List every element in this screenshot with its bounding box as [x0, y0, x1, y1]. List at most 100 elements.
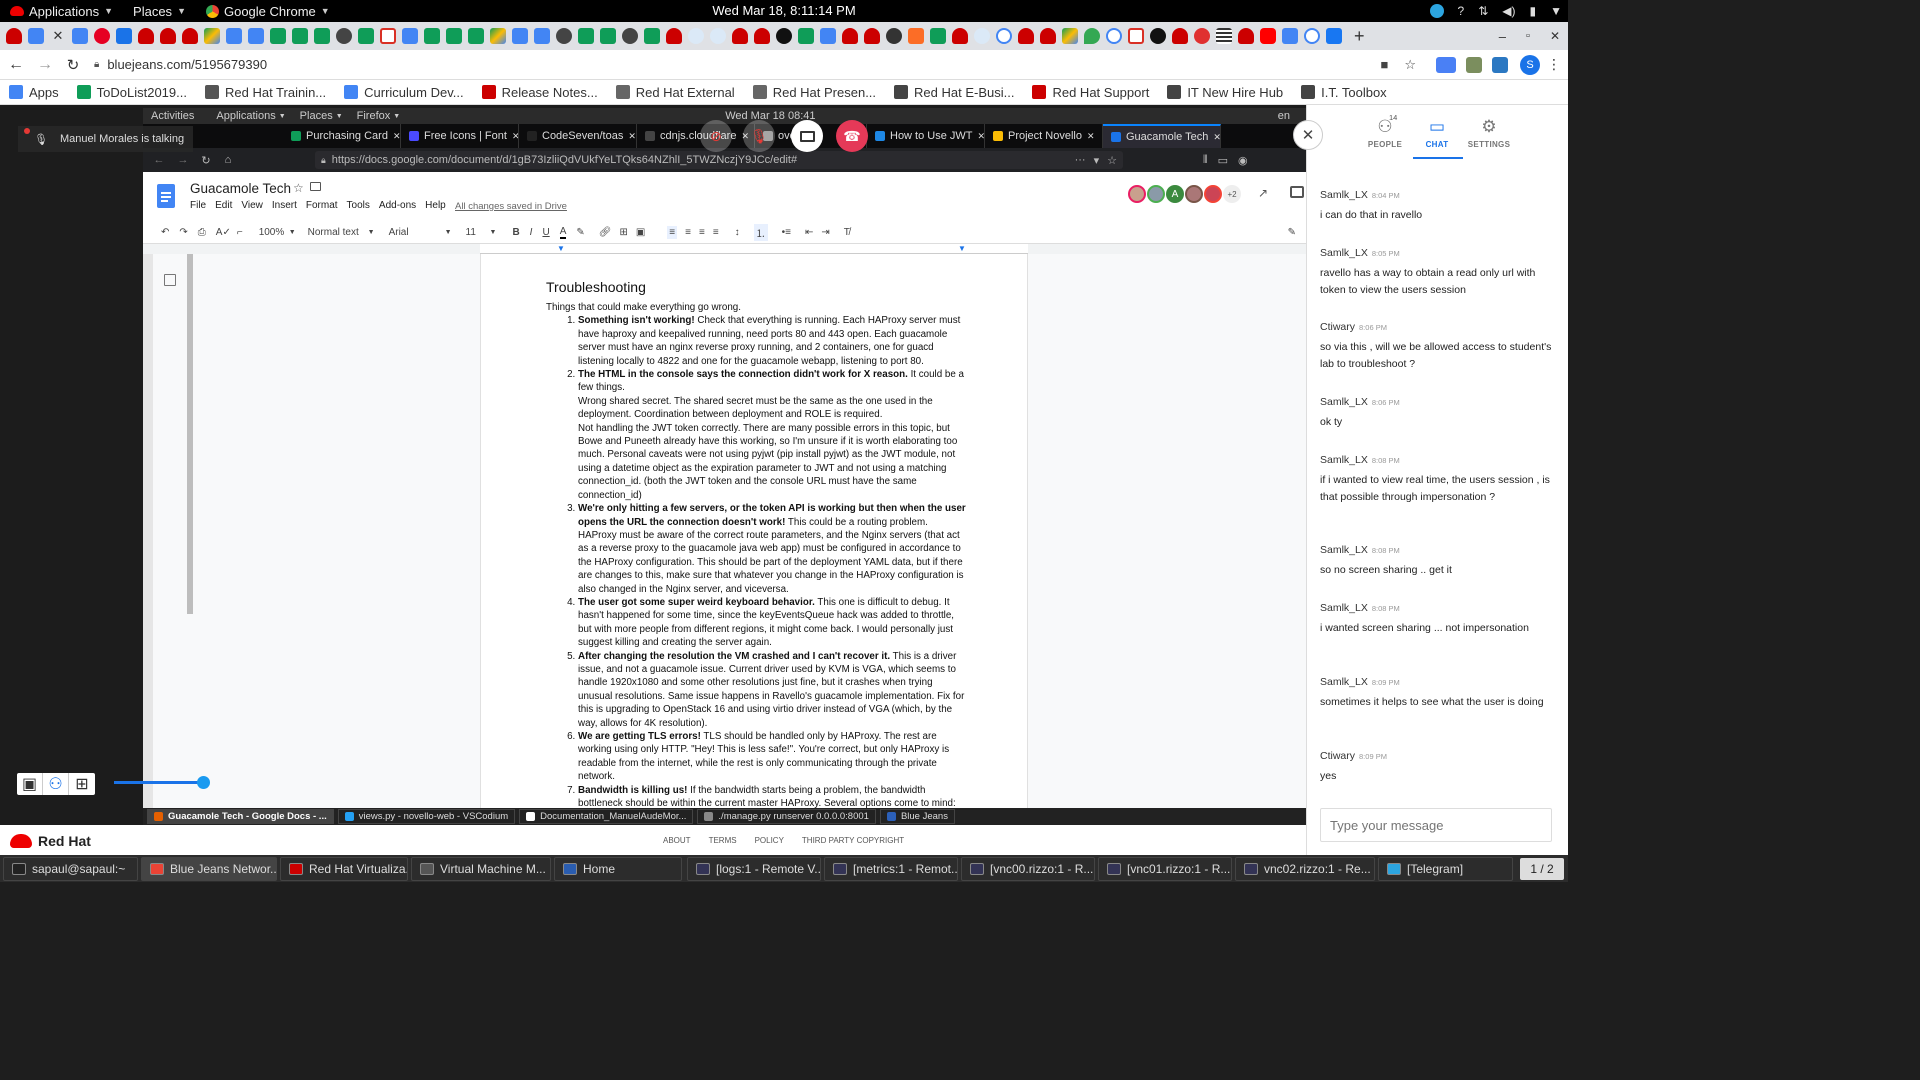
tab-favicon-sheets[interactable]	[644, 28, 660, 44]
taskbar-item[interactable]: [logs:1 - Remote V...	[687, 856, 821, 881]
telegram-icon[interactable]	[1429, 4, 1444, 18]
tab-favicon-redhat[interactable]	[666, 28, 682, 44]
tab-favicon-drive[interactable]	[204, 28, 220, 44]
tab-favicon-docs[interactable]	[534, 28, 550, 44]
tab-favicon-docs[interactable]	[820, 28, 836, 44]
tab-favicon-redhat[interactable]	[732, 28, 748, 44]
tab-favicon-docs[interactable]	[1282, 28, 1298, 44]
bookmark-item[interactable]: Apps	[0, 85, 68, 100]
tab-favicon-redhat[interactable]	[1194, 28, 1210, 44]
tab-favicon-sheets[interactable]	[930, 28, 946, 44]
taskbar-item[interactable]: Blue Jeans Networ...	[141, 856, 277, 881]
bookmark-item[interactable]: Red Hat Presen...	[744, 85, 885, 100]
help-icon[interactable]: ?	[1458, 4, 1465, 18]
gallery-view-icon[interactable]: ⊞	[69, 773, 95, 795]
tab-favicon-sheets[interactable]	[292, 28, 308, 44]
tab-favicon-google[interactable]	[996, 28, 1012, 44]
bookmark-item[interactable]: IT New Hire Hub	[1158, 85, 1292, 100]
tab-favicon-video[interactable]	[116, 28, 132, 44]
network-icon[interactable]: ⇅	[1478, 4, 1488, 18]
close-window-icon[interactable]: ✕	[1550, 29, 1560, 43]
chrome-menu-icon[interactable]: ⋮	[1540, 56, 1568, 73]
system-menu-icon[interactable]: ▼	[1550, 4, 1562, 18]
tab-favicon-bars[interactable]	[1216, 28, 1232, 44]
tab-favicon-docs[interactable]	[402, 28, 418, 44]
tab-favicon-sheets[interactable]	[468, 28, 484, 44]
volume-slider-handle[interactable]	[197, 776, 210, 789]
tab-favicon-redhat[interactable]	[182, 28, 198, 44]
footer-link[interactable]: ABOUT	[663, 836, 691, 845]
bookmark-star-icon[interactable]: ☆	[1404, 57, 1416, 73]
bookmark-item[interactable]: Red Hat Support	[1023, 85, 1158, 100]
people-view-icon[interactable]: ⚇	[43, 773, 69, 795]
tab-favicon-gmail[interactable]	[380, 28, 396, 44]
tab-favicon-globe[interactable]	[336, 28, 352, 44]
speaker-view-icon[interactable]: ▣	[17, 773, 43, 795]
active-app-menu[interactable]: Google Chrome ▼	[196, 0, 340, 22]
tab-favicon-calendar[interactable]	[28, 28, 44, 44]
taskbar-item[interactable]: [Telegram]	[1378, 856, 1513, 881]
tab-people[interactable]: ⚇ 14 PEOPLE	[1359, 113, 1411, 149]
tab-favicon-cloud[interactable]	[688, 28, 704, 44]
bookmark-item[interactable]: Red Hat Trainin...	[196, 85, 335, 100]
tab-settings[interactable]: ⚙ SETTINGS	[1463, 117, 1515, 149]
tab-favicon-sheets[interactable]	[314, 28, 330, 44]
volume-icon[interactable]: ◀)	[1502, 4, 1515, 18]
tab-favicon-facebook[interactable]	[1326, 28, 1342, 44]
taskbar-item[interactable]: [metrics:1 - Remot...	[824, 856, 958, 881]
tab-favicon-sheets[interactable]	[600, 28, 616, 44]
maximize-window-icon[interactable]: ▫	[1526, 30, 1530, 42]
tab-favicon-docs[interactable]	[248, 28, 264, 44]
tab-favicon-google[interactable]	[1304, 28, 1320, 44]
close-panel-button[interactable]: ✕	[1293, 120, 1323, 150]
back-icon[interactable]: ←	[0, 56, 32, 74]
tab-favicon-globe[interactable]	[556, 28, 572, 44]
taskbar-item[interactable]: Home	[554, 856, 682, 881]
tab-favicon-docs[interactable]	[512, 28, 528, 44]
tab-favicon-cloud[interactable]	[974, 28, 990, 44]
volume-slider[interactable]	[114, 776, 210, 789]
reload-icon[interactable]: ↻	[58, 56, 88, 74]
tab-favicon-gear[interactable]	[886, 28, 902, 44]
share-screen-button[interactable]	[791, 120, 823, 152]
tab-favicon-sheets[interactable]	[424, 28, 440, 44]
tab-favicon-youtube[interactable]	[1260, 28, 1276, 44]
tab-favicon-docs[interactable]	[72, 28, 88, 44]
tab-favicon-redhat[interactable]	[160, 28, 176, 44]
tab-favicon-sheets[interactable]	[798, 28, 814, 44]
camera-permission-icon[interactable]: ■	[1380, 57, 1388, 72]
applications-menu[interactable]: Applications ▼	[0, 0, 123, 22]
tab-favicon-pinterest[interactable]	[94, 28, 110, 44]
tab-favicon-sheets[interactable]	[578, 28, 594, 44]
tab-favicon-redhat[interactable]	[952, 28, 968, 44]
tab-favicon-redhat[interactable]	[1238, 28, 1254, 44]
tab-favicon-drive[interactable]	[1062, 28, 1078, 44]
tab-favicon-docs[interactable]	[226, 28, 242, 44]
taskbar-item[interactable]: sapaul@sapaul:~	[3, 856, 138, 881]
tab-favicon-redhat[interactable]	[138, 28, 154, 44]
message-input[interactable]	[1321, 809, 1551, 841]
hang-up-button[interactable]: ☎	[836, 120, 868, 152]
extension-icon[interactable]	[1436, 56, 1456, 73]
extension-icon[interactable]	[1492, 56, 1508, 73]
tab-favicon-github[interactable]	[776, 28, 792, 44]
taskbar-item[interactable]: Virtual Machine M...	[411, 856, 551, 881]
workspace-indicator[interactable]: 1 / 2	[1520, 857, 1564, 880]
tab-favicon-redhat[interactable]	[864, 28, 880, 44]
tab-favicon-globe[interactable]	[622, 28, 638, 44]
extension-icon[interactable]	[1466, 56, 1482, 73]
taskbar-item[interactable]: Red Hat Virtualiza...	[280, 856, 408, 881]
tab-favicon-drive[interactable]	[490, 28, 506, 44]
bookmark-item[interactable]: Red Hat E-Busi...	[885, 85, 1023, 100]
minimize-window-icon[interactable]: –	[1499, 29, 1506, 44]
forward-icon[interactable]: →	[32, 56, 58, 74]
tab-favicon-google[interactable]	[1106, 28, 1122, 44]
omnibox[interactable]: 🔒︎ bluejeans.com/5195679390 ■ ☆	[88, 52, 1428, 77]
video-off-button[interactable]: ⊘	[700, 120, 732, 152]
tab-favicon-redhat[interactable]	[1040, 28, 1056, 44]
profile-avatar[interactable]: S	[1520, 54, 1540, 75]
bookmark-item[interactable]: Release Notes...	[473, 85, 607, 100]
tab-favicon-sheets[interactable]	[270, 28, 286, 44]
footer-link[interactable]: TERMS	[709, 836, 737, 845]
tab-favicon-redhat[interactable]	[1172, 28, 1188, 44]
